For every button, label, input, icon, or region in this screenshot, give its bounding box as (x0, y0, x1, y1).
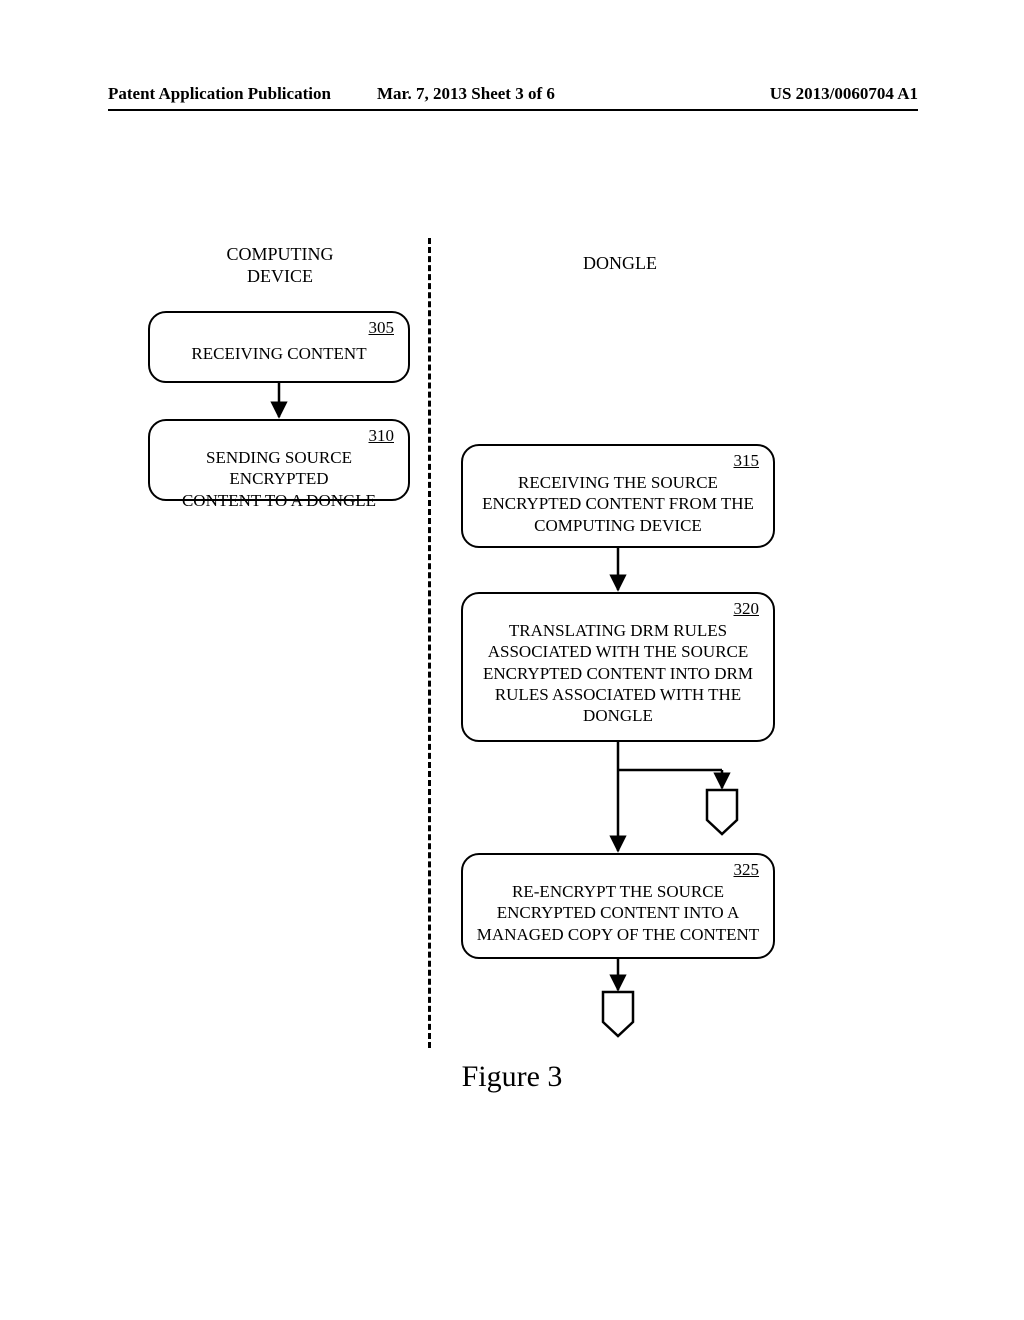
header-rule (108, 109, 918, 111)
page: Patent Application Publication Mar. 7, 2… (0, 0, 1024, 1320)
ref-310: 310 (369, 425, 395, 446)
column-title-computing-device: COMPUTINGDEVICE (150, 244, 410, 287)
header-mid: Mar. 7, 2013 Sheet 3 of 6 (377, 84, 555, 104)
box-305: 305 RECEIVING CONTENT (148, 311, 410, 383)
connector-a-label: A (612, 1002, 625, 1023)
box-315: 315 RECEIVING THE SOURCEENCRYPTED CONTEN… (461, 444, 775, 548)
box-320: 320 TRANSLATING DRM RULESASSOCIATED WITH… (461, 592, 775, 742)
ref-320: 320 (734, 598, 760, 619)
ref-325: 325 (734, 859, 760, 880)
box-310: 310 SENDING SOURCE ENCRYPTEDCONTENT TO A… (148, 419, 410, 501)
ref-305: 305 (369, 317, 395, 338)
label-310: SENDING SOURCE ENCRYPTEDCONTENT TO A DON… (160, 447, 398, 511)
box-325: 325 RE-ENCRYPT THE SOURCEENCRYPTED CONTE… (461, 853, 775, 959)
header-left: Patent Application Publication (108, 84, 331, 104)
figure-caption: Figure 3 (0, 1060, 1024, 1094)
label-325: RE-ENCRYPT THE SOURCEENCRYPTED CONTENT I… (473, 881, 763, 945)
header-right: US 2013/0060704 A1 (770, 84, 918, 104)
ref-315: 315 (734, 450, 760, 471)
column-title-dongle: DONGLE (465, 253, 775, 275)
column-divider (428, 238, 431, 1048)
connector-c-label: C (716, 800, 728, 821)
label-320: TRANSLATING DRM RULESASSOCIATED WITH THE… (473, 620, 763, 726)
label-305: RECEIVING CONTENT (160, 343, 398, 364)
label-315: RECEIVING THE SOURCEENCRYPTED CONTENT FR… (473, 472, 763, 536)
